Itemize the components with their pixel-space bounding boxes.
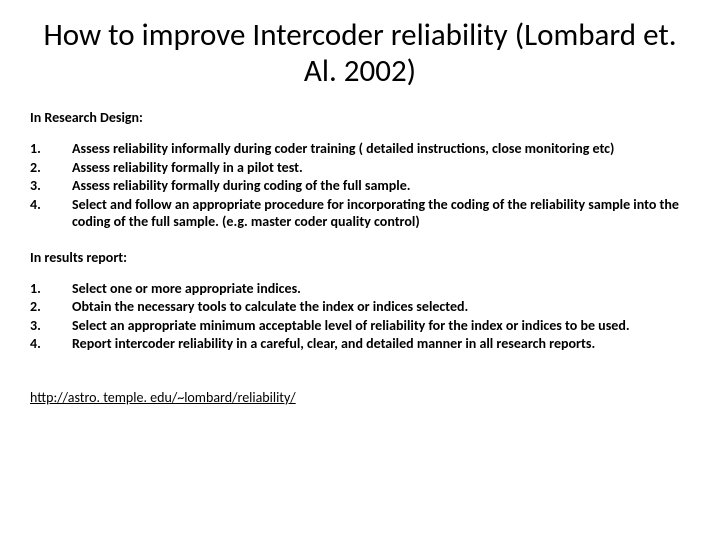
list-number: 1. [30, 140, 72, 158]
list-text: Assess reliability formally during codin… [72, 177, 690, 195]
reference-link[interactable]: http://astro. temple. edu/~lombard/relia… [30, 389, 296, 406]
list-item: 3. Assess reliability formally during co… [30, 177, 690, 195]
list-item: 1. Assess reliability informally during … [30, 140, 690, 158]
list-item: 4. Select and follow an appropriate proc… [30, 196, 690, 231]
list-text: Assess reliability informally during cod… [72, 140, 690, 158]
list-text: Assess reliability formally in a pilot t… [72, 159, 690, 177]
list-item: 4. Report intercoder reliability in a ca… [30, 335, 690, 353]
list-item: 1. Select one or more appropriate indice… [30, 280, 690, 298]
list-item: 2. Obtain the necessary tools to calcula… [30, 298, 690, 316]
list-number: 3. [30, 317, 72, 335]
list-text: Report intercoder reliability in a caref… [72, 335, 690, 353]
list-text: Obtain the necessary tools to calculate … [72, 298, 690, 316]
list-number: 2. [30, 298, 72, 316]
list-number: 4. [30, 335, 72, 353]
slide-title: How to improve Intercoder reliability (L… [30, 18, 690, 89]
list-text: Select one or more appropriate indices. [72, 280, 690, 298]
list-number: 1. [30, 280, 72, 298]
section-heading-design: In Research Design: [30, 109, 690, 126]
list-number: 2. [30, 159, 72, 177]
list-text: Select an appropriate minimum acceptable… [72, 317, 690, 335]
list-number: 4. [30, 196, 72, 231]
section-heading-results: In results report: [30, 249, 690, 266]
list-text: Select and follow an appropriate procedu… [72, 196, 690, 231]
list-number: 3. [30, 177, 72, 195]
list-results: 1. Select one or more appropriate indice… [30, 280, 690, 353]
list-item: 3. Select an appropriate minimum accepta… [30, 317, 690, 335]
list-design: 1. Assess reliability informally during … [30, 140, 690, 231]
list-item: 2. Assess reliability formally in a pilo… [30, 159, 690, 177]
